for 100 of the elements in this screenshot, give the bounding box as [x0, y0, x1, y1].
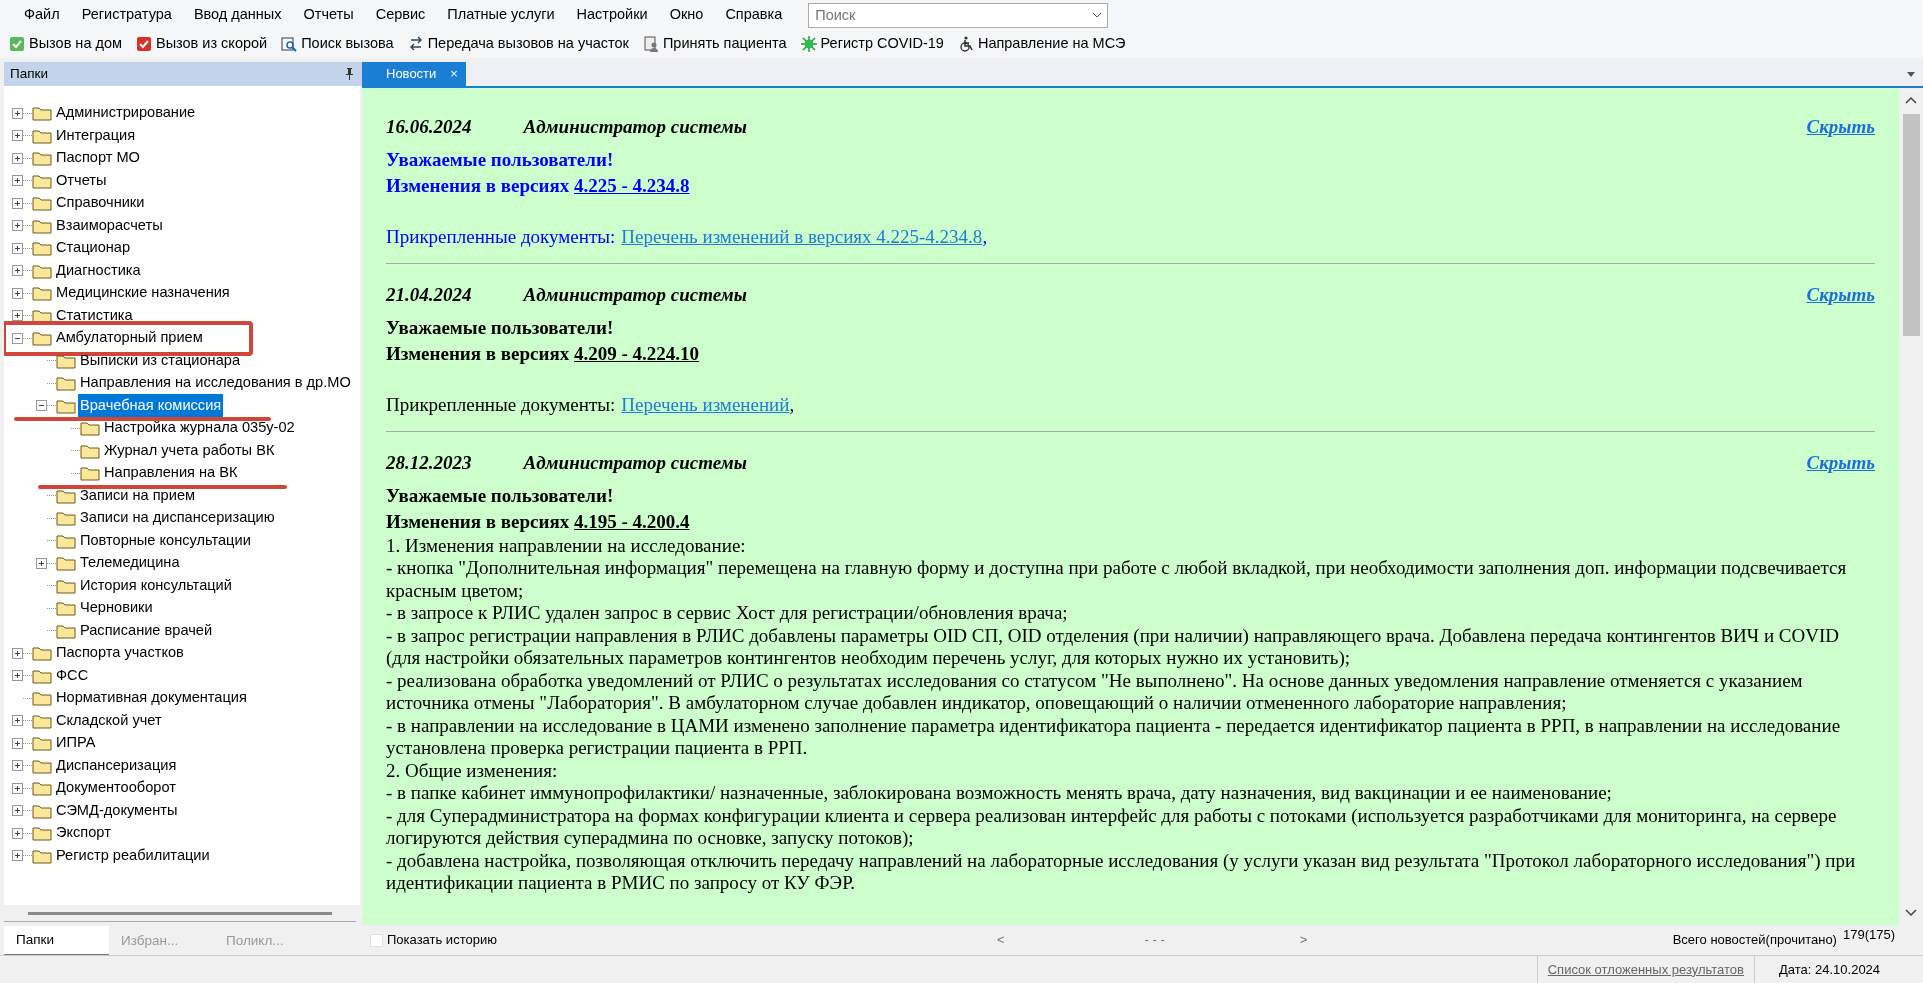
- tree-item[interactable]: Журнал учета работы ВК: [102, 438, 277, 463]
- tree-item[interactable]: Отчеты: [54, 168, 109, 193]
- expand-icon[interactable]: [12, 782, 23, 794]
- menu-item[interactable]: Сервис: [365, 1, 436, 29]
- tree-item[interactable]: Телемедицина: [78, 551, 182, 576]
- tree-item[interactable]: Направления на ВК: [102, 461, 240, 486]
- hide-link[interactable]: Скрыть: [1806, 284, 1875, 307]
- history-checkbox[interactable]: [370, 933, 383, 947]
- tree-item[interactable]: Нормативная документация: [54, 686, 249, 711]
- collapse-icon[interactable]: [12, 332, 23, 344]
- tree-item[interactable]: Интеграция: [54, 123, 138, 148]
- tree-item[interactable]: Записи на диспансеризацию: [78, 506, 277, 531]
- menu-item[interactable]: Окно: [659, 1, 714, 29]
- toolbar-button[interactable]: Вызов на дом: [4, 31, 127, 57]
- expand-icon[interactable]: [12, 287, 23, 299]
- tree-item[interactable]: Врачебная комиссия: [78, 393, 224, 418]
- menu-item[interactable]: Отчеты: [293, 1, 364, 29]
- toolbar-button[interactable]: Принять пациента: [637, 31, 792, 57]
- version-link[interactable]: 4.225 - 4.234.8: [574, 174, 690, 196]
- expand-icon[interactable]: [12, 715, 23, 727]
- scroll-up-icon[interactable]: [1905, 96, 1917, 104]
- tree-item[interactable]: Складской учет: [54, 708, 164, 733]
- tree-item[interactable]: Регистр реабилитации: [54, 843, 212, 868]
- expand-icon[interactable]: [12, 107, 23, 119]
- chevron-icon[interactable]: [1092, 11, 1103, 18]
- tree-item[interactable]: Взаиморасчеты: [54, 213, 165, 238]
- tree-item[interactable]: Диагностика: [54, 258, 143, 283]
- tree-item[interactable]: Статистика: [54, 303, 135, 328]
- menu-item[interactable]: Регистратура: [71, 1, 182, 29]
- news-greeting: Уважаемые пользователи!: [386, 483, 615, 508]
- tree-item[interactable]: Расписание врачей: [78, 618, 215, 643]
- toolbar-button[interactable]: Направление на МСЭ: [952, 31, 1131, 57]
- folder-icon: [32, 712, 52, 729]
- expand-icon[interactable]: [12, 242, 23, 254]
- tree-item[interactable]: Администрирование: [54, 101, 198, 126]
- tree-item[interactable]: Документооборот: [54, 776, 178, 801]
- scroll-down-icon[interactable]: [1905, 909, 1917, 917]
- collapse-icon[interactable]: [36, 400, 47, 412]
- expand-icon[interactable]: [12, 737, 23, 749]
- expand-icon[interactable]: [12, 647, 23, 659]
- menu-item[interactable]: Платные услуги: [437, 1, 565, 29]
- tree-item[interactable]: Паспорта участков: [54, 641, 186, 666]
- toolbar-button[interactable]: Вызов из скорой: [130, 31, 273, 57]
- expand-icon[interactable]: [12, 760, 23, 772]
- total-label: Всего новостей(прочитано): [1672, 931, 1837, 950]
- expand-icon[interactable]: [12, 197, 23, 209]
- tree-item[interactable]: ФСС: [54, 663, 91, 688]
- menu-item[interactable]: Настройки: [566, 1, 658, 29]
- expand-icon[interactable]: [12, 265, 23, 277]
- tree-item[interactable]: История консультаций: [78, 573, 234, 598]
- tree-item[interactable]: Диспансеризация: [54, 753, 179, 778]
- scrollbar[interactable]: [28, 911, 332, 915]
- tree-item[interactable]: Черновики: [78, 596, 155, 621]
- tree-item[interactable]: Амбулаторный прием: [54, 326, 205, 351]
- deferred-results-link[interactable]: Список отложенных результатов: [1536, 956, 1755, 983]
- tree-item[interactable]: ИПРА: [54, 731, 98, 756]
- tree-item[interactable]: Справочники: [54, 191, 147, 216]
- tree-item[interactable]: Медицинские назначения: [54, 281, 232, 306]
- pin-icon[interactable]: [345, 68, 354, 80]
- tab[interactable]: Новости ×: [362, 62, 466, 86]
- expand-icon[interactable]: [12, 310, 23, 322]
- expand-icon[interactable]: [12, 827, 23, 839]
- expand-icon[interactable]: [12, 850, 23, 862]
- expand-icon[interactable]: [36, 557, 47, 569]
- tree-item[interactable]: Настройка журнала 035у-02: [102, 416, 297, 441]
- tree-item[interactable]: Паспорт МО: [54, 146, 142, 171]
- tree-item[interactable]: Экспорт: [54, 821, 113, 846]
- menu-item[interactable]: Файл: [14, 1, 70, 29]
- expand-icon[interactable]: [12, 130, 23, 142]
- tree-item[interactable]: СЭМД-документы: [54, 798, 180, 823]
- tree-item[interactable]: Направления на исследования в др.МО: [78, 371, 353, 396]
- expand-icon[interactable]: [12, 152, 23, 164]
- expand-icon[interactable]: [12, 805, 23, 817]
- tab[interactable]: Папки: [4, 925, 109, 955]
- expand-icon[interactable]: [12, 670, 23, 682]
- menu-item[interactable]: Справка: [715, 1, 793, 29]
- dropdown-icon[interactable]: [1907, 71, 1915, 77]
- toolbar-button[interactable]: Поиск вызова: [276, 31, 399, 57]
- version-link[interactable]: 4.209 - 4.224.10: [574, 342, 700, 364]
- toolbar-button[interactable]: Передача вызовов на участок: [402, 31, 634, 57]
- hide-link[interactable]: Скрыть: [1806, 452, 1875, 475]
- tree-item[interactable]: Выписки из стационара: [78, 348, 243, 373]
- hide-link[interactable]: Скрыть: [1806, 116, 1875, 139]
- scrollbar-thumb[interactable]: [1902, 114, 1920, 336]
- expand-icon[interactable]: [12, 175, 23, 187]
- search-field[interactable]: Поиск: [808, 2, 1109, 28]
- tree-item[interactable]: Записи на прием: [78, 483, 198, 508]
- scrollbar[interactable]: [1899, 88, 1923, 925]
- version-link[interactable]: 4.195 - 4.200.4: [574, 510, 690, 532]
- close-icon[interactable]: ×: [450, 64, 458, 84]
- expand-icon[interactable]: [12, 220, 23, 232]
- menu-item[interactable]: Ввод данных: [183, 1, 292, 29]
- tree-item[interactable]: Повторные консультации: [78, 528, 253, 553]
- attachment-link[interactable]: Перечень изменений: [621, 393, 790, 415]
- prev-button[interactable]: <: [996, 930, 1005, 950]
- toolbar-button[interactable]: Регистр COVID-19: [795, 31, 949, 57]
- attachment-link[interactable]: Перечень изменений в версиях 4.225-4.234.8: [621, 225, 983, 247]
- tree-item[interactable]: Стационар: [54, 236, 133, 261]
- checkbox-label[interactable]: Показать историю: [387, 930, 497, 950]
- next-button[interactable]: >: [1299, 930, 1308, 950]
